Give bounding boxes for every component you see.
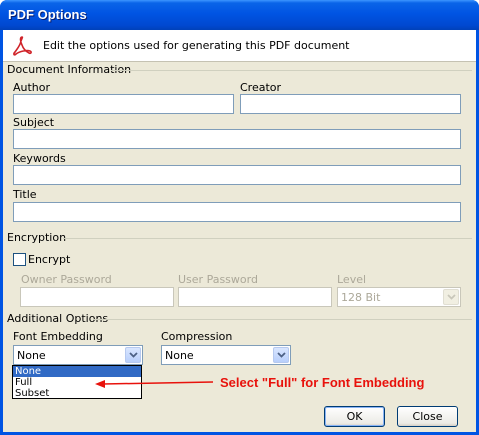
- font-embedding-option-none[interactable]: None: [13, 366, 141, 377]
- level-label: Level: [337, 273, 367, 286]
- owner-password-field[interactable]: [20, 287, 174, 307]
- encrypt-label[interactable]: Encrypt: [28, 253, 70, 266]
- font-embedding-select[interactable]: None: [13, 345, 143, 365]
- font-embedding-label: Font Embedding: [13, 330, 103, 343]
- encryption-group-label: Encryption: [7, 231, 67, 244]
- compression-label: Compression: [161, 330, 233, 343]
- user-password-field[interactable]: [178, 287, 332, 307]
- header-text: Edit the options used for generating thi…: [43, 39, 350, 52]
- font-embedding-value: None: [17, 349, 46, 362]
- title-label: Title: [13, 188, 37, 201]
- ok-button[interactable]: OK: [324, 406, 385, 427]
- user-password-label: User Password: [178, 273, 258, 286]
- pdf-options-dialog: PDF Options Edit the options used for ge…: [0, 0, 479, 435]
- title-field[interactable]: [13, 202, 461, 222]
- compression-value: None: [165, 349, 194, 362]
- annotation-text: Select "Full" for Font Embedding: [220, 375, 425, 390]
- creator-field[interactable]: [240, 94, 461, 114]
- chevron-down-icon[interactable]: [273, 347, 289, 363]
- header-band: Edit the options used for generating thi…: [3, 30, 476, 62]
- author-field[interactable]: [13, 94, 234, 114]
- keywords-field[interactable]: [13, 165, 461, 185]
- group-divider: [63, 238, 472, 239]
- author-label: Author: [13, 81, 51, 94]
- chevron-down-icon: [443, 289, 459, 305]
- keywords-label: Keywords: [13, 152, 66, 165]
- annotation-arrow-icon: [95, 380, 214, 388]
- font-embedding-option-subset[interactable]: Subset: [13, 388, 141, 399]
- creator-label: Creator: [240, 81, 282, 94]
- close-button[interactable]: Close: [397, 406, 458, 427]
- subject-field[interactable]: [13, 129, 461, 149]
- pdf-icon: [13, 36, 32, 56]
- level-select[interactable]: 128 Bit: [337, 287, 461, 307]
- dialog-body: Edit the options used for generating thi…: [3, 30, 476, 432]
- dialog-title: PDF Options: [8, 7, 87, 22]
- encrypt-checkbox[interactable]: [13, 253, 26, 266]
- title-bar[interactable]: PDF Options: [0, 0, 479, 30]
- group-divider: [93, 319, 472, 320]
- group-divider: [111, 70, 472, 71]
- compression-select[interactable]: None: [161, 345, 291, 365]
- level-value: 128 Bit: [341, 291, 381, 304]
- owner-password-label: Owner Password: [21, 273, 112, 286]
- subject-label: Subject: [13, 116, 55, 129]
- chevron-down-icon[interactable]: [125, 347, 141, 363]
